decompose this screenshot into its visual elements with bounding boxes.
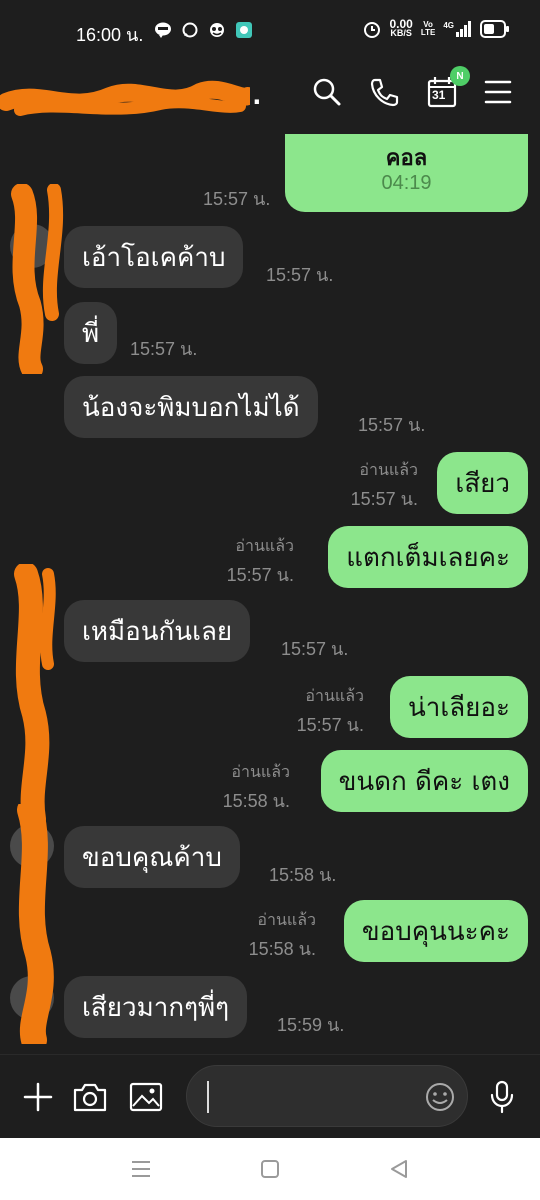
status-bar: 16:00 น. 0.00 KB/S Vo LTE 4G [0,0,540,56]
app-square-icon [236,22,252,38]
new-badge: N [450,66,470,86]
home-button[interactable] [255,1154,285,1184]
add-button[interactable] [18,1077,58,1117]
outgoing-message[interactable]: แตกเต็มเลยคะ [328,526,528,588]
chat-messages[interactable]: คอล 04:19 15:57 น. เอ้าโอเคค้าบ 15:57 น.… [0,134,540,1054]
back-button[interactable] [384,1154,414,1184]
app-logo-icon [210,23,224,37]
message-time: 15:57 น. [358,415,426,435]
message-time: 15:58 น. [248,939,316,959]
read-receipt: อ่านแล้ว [231,762,290,781]
message-time: 15:59 น. [277,1015,345,1035]
camera-icon [73,1083,107,1112]
message-time: 15:57 น. [226,565,294,585]
message-time: 15:57 น. [350,489,418,509]
emoji-icon[interactable] [425,1082,455,1112]
voice-button[interactable] [482,1077,522,1117]
hamburger-menu-icon [484,80,512,104]
message-time: 15:57 น. [281,639,349,659]
calendar-button[interactable]: 31 N [424,66,470,110]
read-receipt: อ่านแล้ว [257,910,316,929]
message-time: 15:58 น. [222,791,290,811]
message-time: 15:57 น. [130,339,198,359]
incoming-message[interactable]: ขอบคุณค้าบ [64,826,240,888]
redaction-mark [11,184,64,374]
incoming-message[interactable]: เสียวมากๆพี่ๆ [64,976,248,1038]
search-icon [313,78,341,106]
call-button[interactable] [366,74,402,110]
net-speed: 0.00 KB/S [389,17,413,38]
battery-icon [480,20,509,38]
line-icon [155,22,171,38]
redaction-mark [14,564,56,824]
volte-indicator: Vo LTE [420,20,436,37]
search-button[interactable] [309,74,345,110]
camera-button[interactable] [70,1077,110,1117]
signal-icon: 4G [443,21,472,37]
square-icon [261,1160,279,1178]
system-nav-bar [0,1138,540,1200]
read-receipt: อ่านแล้ว [305,686,364,705]
call-label: คอล [385,146,428,171]
message-time: 15:57 น. [296,715,364,735]
status-time: 16:00 น. [76,25,144,45]
gallery-button[interactable] [126,1077,166,1117]
message-time: 15:57 น. [203,189,271,209]
recent-apps-button[interactable] [126,1154,156,1184]
incoming-message[interactable]: น้องจะพิมบอกไม่ได้ [64,376,318,438]
menu-lines-icon [132,1161,150,1177]
image-icon [129,1082,163,1112]
read-receipt: อ่านแล้ว [235,536,294,555]
redaction-mark [17,804,54,1044]
message-time: 15:58 น. [269,865,337,885]
incoming-message[interactable]: เหมือนกันเลย [64,600,251,662]
calendar-day: 31 [432,88,446,102]
status-right: 0.00 KB/S Vo LTE 4G [363,17,510,38]
phone-icon [370,78,399,107]
read-receipt: อ่านแล้ว [359,460,418,479]
call-bubble[interactable]: คอล 04:19 [285,134,528,212]
outgoing-message[interactable]: ขนดก ดีคะ เตง [320,750,528,812]
incoming-message[interactable]: เอ้าโอเคค้าบ [64,226,244,288]
message-input-bar [0,1054,540,1138]
contact-title[interactable]: ... [0,76,270,116]
text-caret [207,1081,209,1113]
alarm-icon [364,22,381,38]
menu-button[interactable] [480,74,516,110]
chat-header: ... 31 N [0,56,540,134]
call-duration: 04:19 [381,172,432,194]
message-input[interactable] [207,1080,417,1114]
chat-bubble-icon [182,22,198,38]
microphone-icon [490,1080,514,1114]
redaction-mark [0,80,250,116]
status-app-icons [154,22,253,38]
outgoing-message[interactable]: เสียว [437,452,528,514]
plus-icon [23,1082,53,1112]
outgoing-message[interactable]: น่าเลียอะ [389,676,528,738]
message-time: 15:57 น. [266,265,334,285]
back-triangle-icon [391,1160,407,1178]
message-input-box[interactable] [186,1065,468,1127]
outgoing-message[interactable]: ขอบคุนนะคะ [343,900,528,962]
